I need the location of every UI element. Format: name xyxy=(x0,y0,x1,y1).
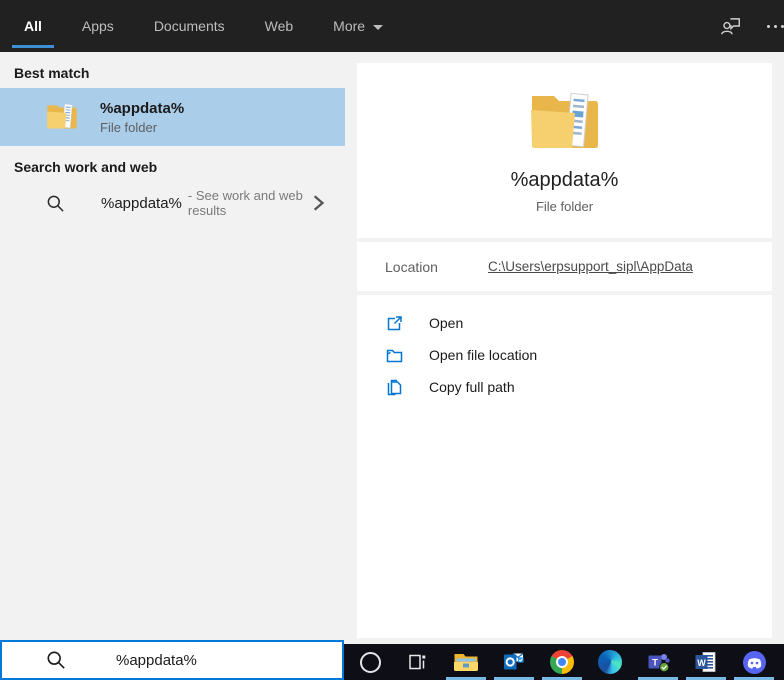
teams-button[interactable]: T xyxy=(634,644,682,680)
detail-subtitle: File folder xyxy=(535,199,594,214)
folder-icon-large xyxy=(357,88,772,157)
edge-button[interactable] xyxy=(586,644,634,680)
action-label: Open file location xyxy=(429,347,538,363)
detail-title: %appdata% xyxy=(510,169,619,191)
cortana-button[interactable] xyxy=(346,644,394,680)
web-search-suffix: - See work and web results xyxy=(187,188,303,218)
results-panel: Best match %appdata% File folder Search … xyxy=(0,52,345,640)
feedback-icon[interactable] xyxy=(719,14,743,38)
chrome-icon xyxy=(550,650,574,674)
tab-web[interactable]: Web xyxy=(253,0,306,52)
web-search-query: %appdata% xyxy=(101,194,182,212)
word-button[interactable]: W xyxy=(682,644,730,680)
open-file-location-icon xyxy=(385,346,404,365)
task-view-button[interactable] xyxy=(394,644,442,680)
search-icon xyxy=(47,195,64,212)
copy-icon xyxy=(385,378,404,397)
action-copy-full-path[interactable]: Copy full path xyxy=(357,371,772,403)
file-explorer-icon xyxy=(454,654,478,671)
svg-text:T: T xyxy=(652,658,658,669)
best-match-subtitle: File folder xyxy=(100,119,158,135)
folder-icon xyxy=(46,101,78,133)
teams-icon: T xyxy=(648,654,670,673)
chevron-down-icon xyxy=(373,24,384,30)
actions-card: Open Open file location Copy full path xyxy=(357,295,772,638)
location-row: Location C:\Users\erpsupport_sipl\AppDat… xyxy=(357,242,772,291)
word-icon: W xyxy=(695,652,716,672)
detail-panel: %appdata% File folder Location C:\Users\… xyxy=(345,52,784,644)
filter-tabs: All Apps Documents Web More xyxy=(0,0,411,52)
search-filter-bar: All Apps Documents Web More xyxy=(0,0,784,52)
search-icon xyxy=(47,651,65,669)
best-match-result[interactable]: %appdata% File folder xyxy=(0,88,345,146)
action-open[interactable]: Open xyxy=(357,307,772,339)
more-options-icon[interactable] xyxy=(767,24,770,28)
action-open-file-location[interactable]: Open file location xyxy=(357,339,772,371)
edge-icon xyxy=(598,650,622,674)
file-explorer-button[interactable] xyxy=(442,644,490,680)
action-label: Open xyxy=(429,315,464,331)
chrome-button[interactable] xyxy=(538,644,586,680)
web-search-header: Search work and web xyxy=(14,159,158,175)
web-search-result[interactable]: %appdata% - See work and web results xyxy=(0,184,345,222)
outlook-button[interactable] xyxy=(490,644,538,680)
taskbar: T W xyxy=(344,644,784,680)
chevron-right-icon xyxy=(313,195,325,211)
discord-icon xyxy=(742,650,766,674)
best-match-title: %appdata% xyxy=(100,99,185,117)
search-input-value: %appdata% xyxy=(116,651,197,669)
task-view-icon xyxy=(409,654,426,670)
cortana-icon xyxy=(359,651,381,673)
detail-card: %appdata% File folder xyxy=(357,63,772,238)
outlook-icon xyxy=(504,653,524,670)
tab-all[interactable]: All xyxy=(12,0,54,52)
topbar-icons xyxy=(719,0,784,52)
tab-documents[interactable]: Documents xyxy=(142,0,237,52)
open-icon xyxy=(385,314,404,333)
tab-more[interactable]: More xyxy=(321,0,395,52)
action-label: Copy full path xyxy=(429,379,515,395)
search-input[interactable]: %appdata% xyxy=(0,640,344,680)
best-match-header: Best match xyxy=(14,65,90,81)
windows-search-flyout: All Apps Documents Web More Best match %… xyxy=(0,0,784,680)
location-link[interactable]: C:\Users\erpsupport_sipl\AppData xyxy=(488,259,693,274)
tab-apps[interactable]: Apps xyxy=(70,0,126,52)
discord-button[interactable] xyxy=(730,644,778,680)
location-label: Location xyxy=(385,258,438,275)
svg-text:W: W xyxy=(697,658,706,668)
